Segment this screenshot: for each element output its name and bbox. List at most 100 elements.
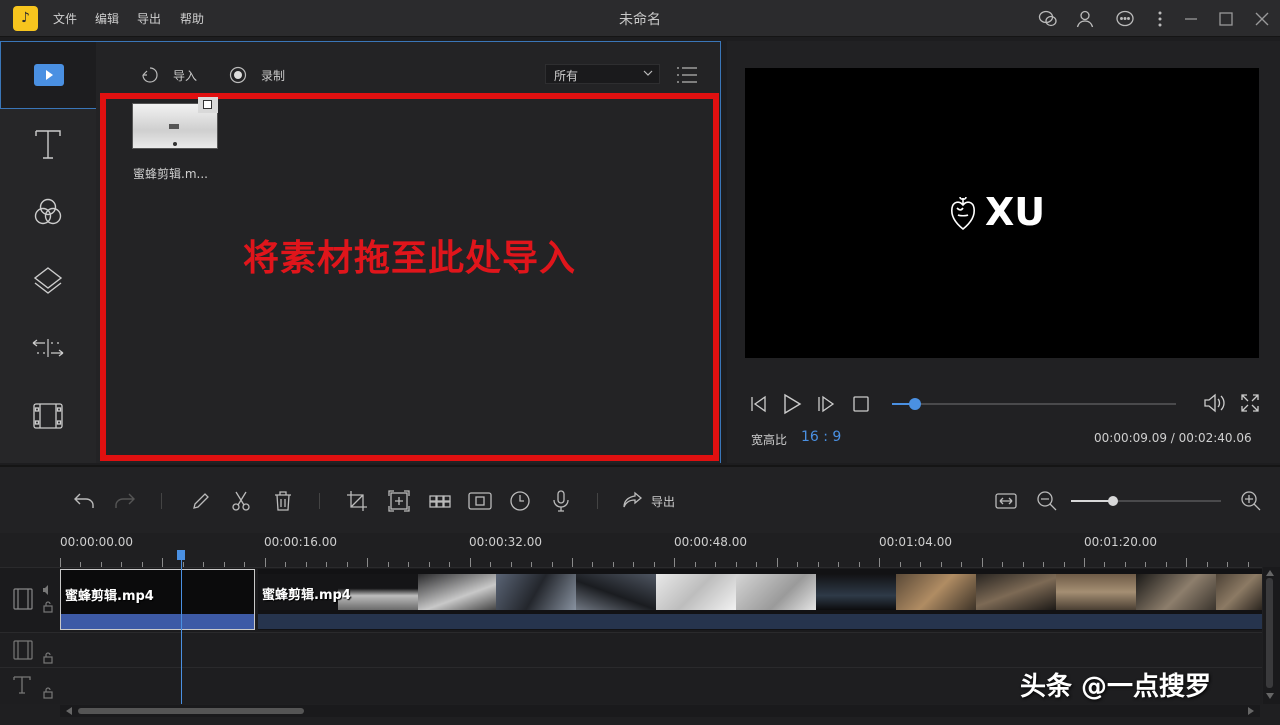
clip-audio-bar [61,614,254,629]
toolbar-divider [597,493,598,509]
aspect-ratio-value[interactable]: 16 : 9 [801,429,841,445]
zoom-in-icon[interactable] [1240,490,1262,512]
clip-frame [1056,574,1136,610]
media-icon [33,63,65,87]
speed-icon[interactable] [509,490,531,512]
ruler-label: 00:01:04.00 [879,535,952,549]
horizontal-scroll-thumb[interactable] [78,708,304,714]
play-icon[interactable] [781,393,803,415]
minimize-icon[interactable] [1181,9,1201,29]
clip-frame [976,574,1056,610]
export-label: 导出 [651,494,676,509]
scissors-icon[interactable] [230,490,252,512]
sidebar-item-text[interactable] [0,113,96,175]
clip-name: 蜜蜂剪辑.mp4 [65,589,154,604]
overlay-track [0,633,1262,668]
transition-icon [31,335,65,361]
microphone-icon[interactable] [550,490,572,512]
freeze-frame-icon[interactable] [468,490,492,512]
clip-name: 蜜蜂剪辑.mp4 [262,588,351,603]
lock-icon[interactable] [43,687,53,699]
zoom-slider-handle[interactable] [1108,496,1118,506]
fullscreen-icon[interactable] [1240,393,1260,413]
select-checkbox-icon[interactable] [198,97,218,113]
fit-timeline-icon[interactable] [995,490,1017,512]
redo-icon[interactable] [114,490,136,512]
list-view-icon[interactable] [676,66,698,84]
sidebar-item-media[interactable] [0,41,96,109]
sidebar-item-transition[interactable] [0,317,96,379]
vertical-scroll-thumb[interactable] [1266,578,1273,688]
close-icon[interactable] [1252,9,1272,29]
media-filter-select[interactable]: 所有 [545,64,660,84]
chat-icon[interactable] [1115,9,1135,29]
clip-frame [496,574,576,610]
zoom-clip-icon[interactable] [388,490,410,512]
zoom-out-icon[interactable] [1036,490,1058,512]
aspect-ratio-label: 宽高比 [751,433,788,447]
stop-icon[interactable] [852,395,870,413]
text-track-icon [12,675,32,695]
scroll-down-icon[interactable] [1266,693,1274,699]
delete-icon[interactable] [272,490,294,512]
record-label: 录制 [261,68,286,83]
sidebar-item-overlay[interactable] [0,249,96,311]
scroll-left-icon[interactable] [66,707,72,715]
record-icon [229,66,247,84]
heart-logo-icon [948,193,978,233]
ruler-label: 00:00:16.00 [264,535,337,549]
ruler-label: 00:00:48.00 [674,535,747,549]
mute-track-icon[interactable] [42,584,54,596]
import-button[interactable]: 导入 [141,66,197,84]
toolbar-divider [319,493,320,509]
import-label: 导入 [173,68,198,83]
timeline-export-button[interactable]: 导出 [621,490,675,512]
element-icon [32,402,64,430]
clip-frame [816,574,896,610]
playback-progress-track[interactable] [892,403,1176,405]
text-icon [33,128,63,160]
scroll-up-icon[interactable] [1266,570,1274,576]
overlay-track-icon [12,640,34,660]
playhead[interactable] [181,552,182,704]
volume-icon[interactable] [1203,392,1227,414]
mosaic-icon[interactable] [428,490,451,512]
clip-frame [736,574,816,610]
scroll-right-icon[interactable] [1248,707,1254,715]
overlay-icon [32,264,64,296]
maximize-icon[interactable] [1216,9,1236,29]
clip-frame [576,574,656,610]
lock-icon[interactable] [43,601,53,613]
sidebar-item-filter[interactable] [0,181,96,243]
import-icon [141,66,159,84]
ruler-label: 00:01:20.00 [1084,535,1157,549]
ruler-label: 00:00:32.00 [469,535,542,549]
drop-hint: 将素材拖至此处导入 [242,238,576,279]
video-track-icon [12,588,34,610]
playback-progress-handle[interactable] [909,398,921,410]
feedback-icon[interactable] [1038,9,1058,29]
toolbar-divider [161,493,162,509]
thumbnail-content [169,124,179,129]
record-button[interactable]: 录制 [229,66,285,84]
clip-frame [656,574,736,610]
clip-frame [896,574,976,610]
thumbnail-dot [173,142,177,146]
ruler-label: 00:00:00.00 [60,535,133,549]
time-display: 00:00:09.09 / 00:02:40.06 [1094,431,1252,445]
share-icon [621,490,643,512]
filter-value: 所有 [554,69,579,83]
prev-frame-icon[interactable] [748,394,768,414]
undo-icon[interactable] [73,490,95,512]
watermark: 头条 @一点搜罗 [1020,672,1212,702]
next-frame-icon[interactable] [816,394,836,414]
sidebar-item-element[interactable] [0,385,96,447]
zoom-slider-fill [1071,500,1113,502]
crop-icon[interactable] [346,490,368,512]
clip-frame [1136,574,1216,610]
user-icon[interactable] [1075,9,1095,29]
more-icon[interactable] [1150,9,1170,29]
edit-icon[interactable] [190,490,212,512]
lock-icon[interactable] [43,652,53,664]
preview-logo-text: XU [985,190,1046,234]
